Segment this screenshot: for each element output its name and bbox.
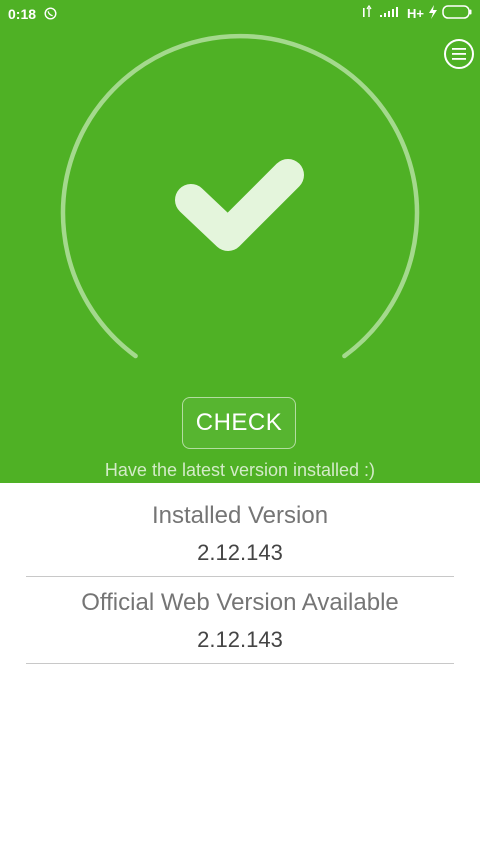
screen: 0:18 H+ CHECK Have the latest version in… (0, 0, 480, 854)
official-version-section: Official Web Version Available 2.12.143 (26, 589, 454, 664)
checkmark-icon (175, 159, 304, 251)
menu-icon (452, 48, 466, 60)
network-type: H+ (407, 6, 424, 21)
divider (26, 663, 454, 664)
divider (26, 576, 454, 577)
hero-panel: CHECK Have the latest version installed … (0, 28, 480, 483)
installed-version-value: 2.12.143 (197, 540, 283, 565)
check-button[interactable]: CHECK (182, 397, 296, 449)
official-version-value: 2.12.143 (197, 627, 283, 652)
whatsapp-icon (44, 7, 57, 23)
official-version-label: Official Web Version Available (81, 589, 399, 616)
status-right: H+ (363, 4, 472, 22)
installed-version-label: Installed Version (151, 502, 329, 529)
installed-version-section: Installed Version 2.12.143 (26, 502, 454, 577)
update-status-message: Have the latest version installed :) (104, 460, 376, 480)
gauge-ring (60, 33, 420, 359)
menu-button[interactable] (444, 39, 474, 69)
status-bar: 0:18 H+ (0, 0, 480, 28)
charging-icon (428, 5, 438, 22)
battery-icon (442, 5, 472, 22)
signal-icon (363, 4, 403, 22)
status-time: 0:18 (8, 6, 37, 22)
